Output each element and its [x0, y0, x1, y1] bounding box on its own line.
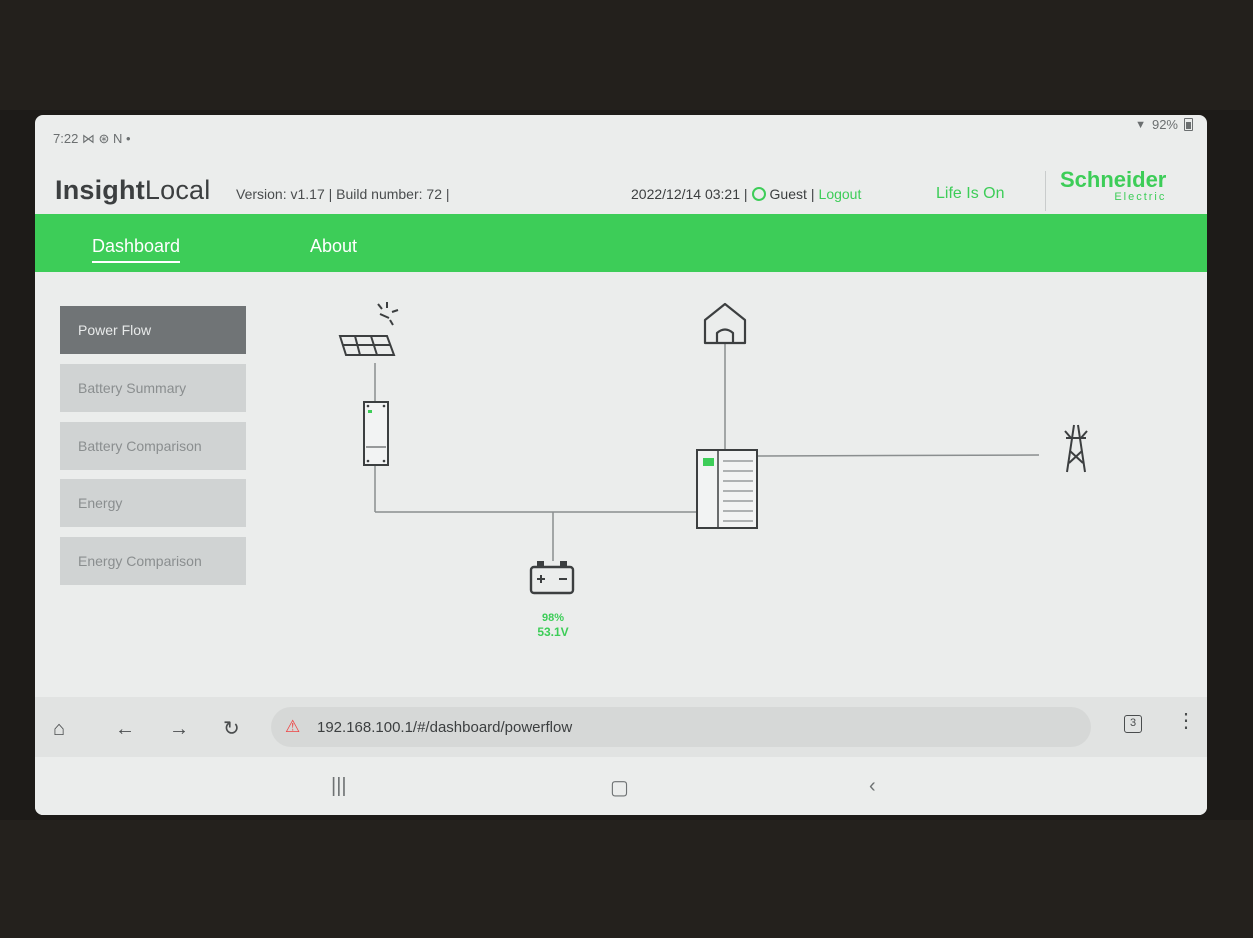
reload-icon[interactable]: ↻	[223, 719, 240, 739]
home-button-icon[interactable]: ▢	[610, 775, 629, 800]
home-icon[interactable]: ⌂	[53, 719, 65, 739]
android-nav-bar: ||| ▢ ‹	[35, 759, 1207, 815]
grid-tower-icon	[1064, 424, 1088, 473]
recent-apps-icon[interactable]: |||	[331, 775, 347, 798]
device-bezel-bottom	[0, 820, 1253, 938]
menu-icon[interactable]: ⋮	[1176, 711, 1196, 731]
inverter-icon	[696, 449, 758, 529]
charge-controller-icon	[363, 401, 389, 466]
battery-soc: 98%	[541, 612, 565, 624]
battery-icon	[529, 561, 575, 595]
back-icon[interactable]: ←	[115, 719, 135, 739]
tab-switcher-button[interactable]: 3	[1124, 715, 1142, 733]
url-bar[interactable]: ⚠ 192.168.100.1/#/dashboard/powerflow	[271, 707, 1091, 747]
line-grid	[756, 454, 1040, 457]
insecure-warning-icon: ⚠	[285, 717, 301, 736]
solar-panel-icon	[338, 335, 396, 356]
back-button-icon[interactable]: ‹	[869, 775, 876, 798]
battery-readout: 98% 53.1V	[530, 612, 576, 639]
tablet-screen: 7:22 ⋈ ⊛ N • ▼ 92% InsightLocal Version:…	[35, 115, 1207, 815]
url-text[interactable]: 192.168.100.1/#/dashboard/powerflow	[317, 719, 572, 736]
home-icon	[703, 302, 747, 345]
browser-toolbar: ⌂ ← → ↻ ⚠ 192.168.100.1/#/dashboard/powe…	[35, 697, 1207, 757]
forward-icon[interactable]: →	[169, 719, 189, 739]
sun-icon	[377, 302, 399, 326]
battery-voltage: 53.1V	[537, 625, 569, 639]
device-bezel-top	[0, 0, 1253, 110]
